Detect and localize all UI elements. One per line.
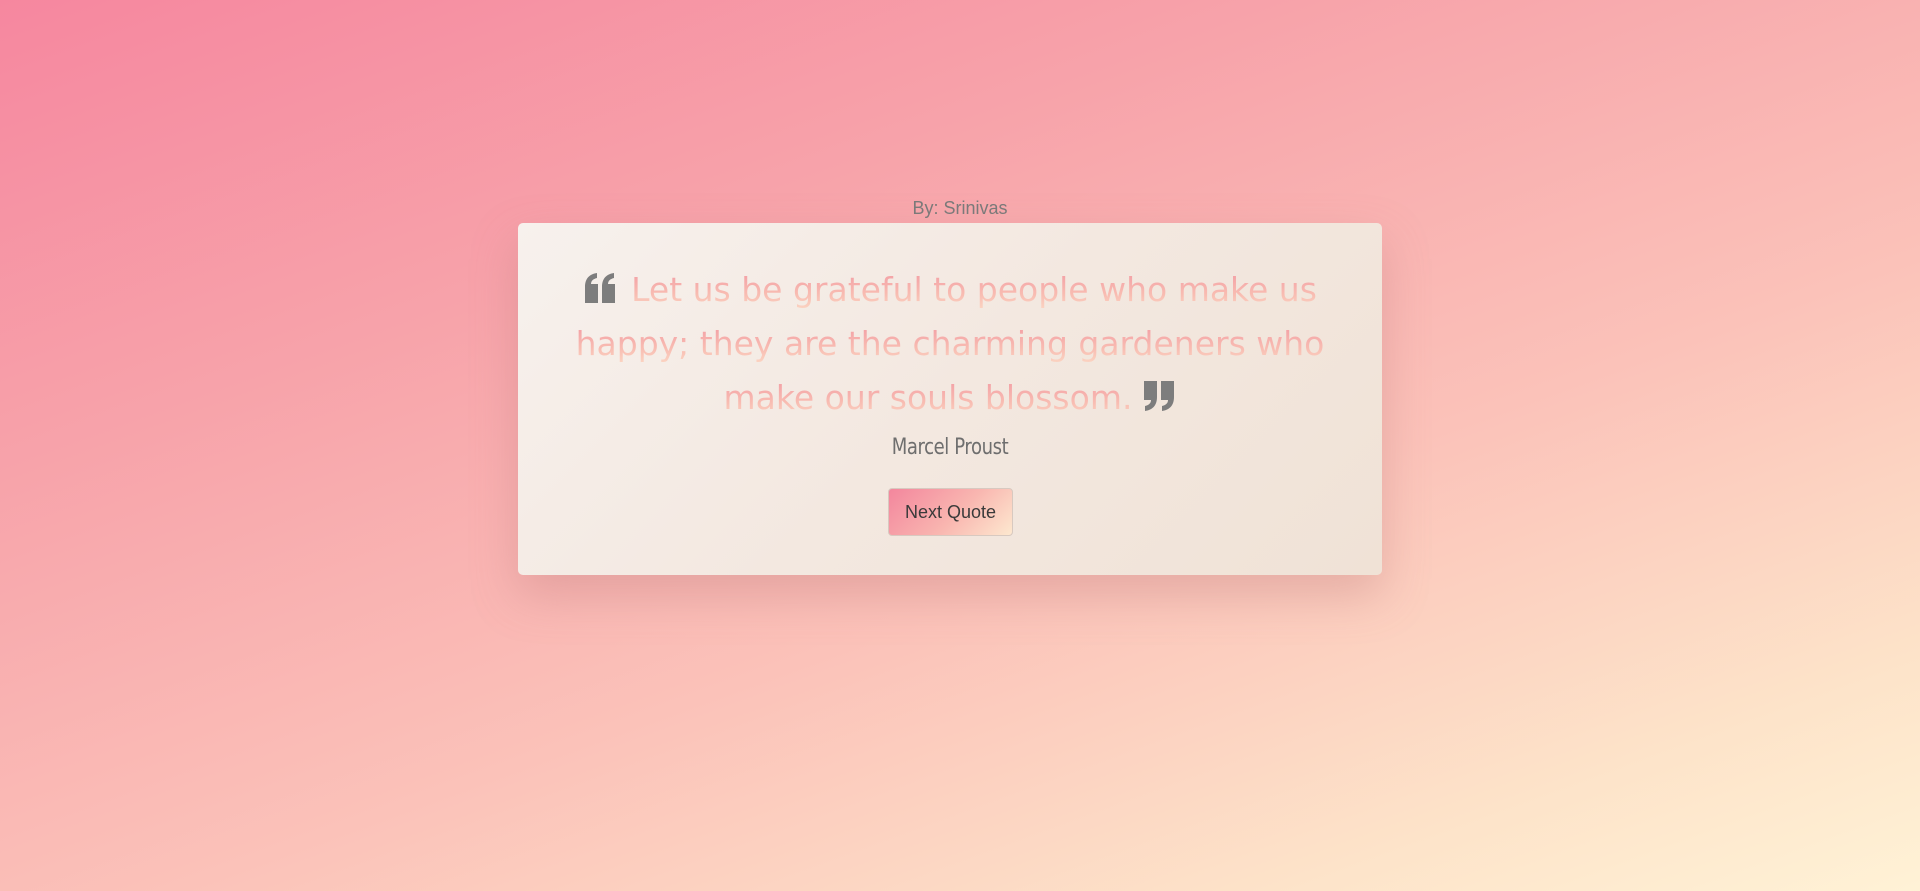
next-quote-button[interactable]: Next Quote xyxy=(888,488,1013,536)
quote-right-icon xyxy=(1142,375,1176,411)
quote-left-icon xyxy=(583,267,617,303)
quote-author: Marcel Proust xyxy=(891,435,1009,460)
quote-card: Let us be grateful to people who make us… xyxy=(518,223,1382,575)
quote-text: Let us be grateful to people who make us… xyxy=(575,270,1325,417)
byline: By: Srinivas xyxy=(912,198,1008,218)
quote-block: Let us be grateful to people who make us… xyxy=(568,263,1332,425)
